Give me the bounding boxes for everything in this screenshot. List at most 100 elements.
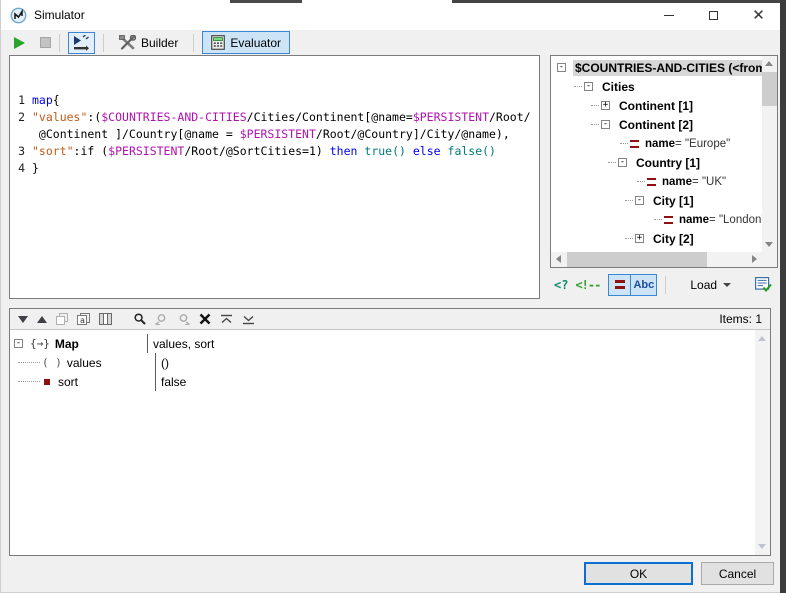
next-button[interactable] — [18, 316, 28, 323]
code-line: 1map{ — [10, 92, 539, 109]
collapse-icon[interactable]: - — [584, 82, 593, 91]
tree-node-label: Cities — [600, 79, 637, 95]
line-number: 1 — [10, 92, 25, 109]
horizontal-scroll-thumb[interactable] — [567, 252, 707, 267]
tree-vertical-scrollbar[interactable] — [762, 56, 777, 252]
tree-element-row[interactable]: +Continent [1] — [551, 96, 762, 115]
collapse-icon[interactable]: - — [601, 120, 610, 129]
evaluator-button-label: Evaluator — [230, 36, 281, 50]
code-token: else — [413, 144, 441, 158]
attributes-toggle-icon — [615, 280, 625, 289]
chevron-down-icon — [723, 283, 731, 287]
code-token: :if ( — [74, 144, 109, 158]
tree-connector — [591, 105, 599, 106]
scroll-top-button[interactable] — [220, 314, 233, 325]
close-button[interactable]: ✕ — [736, 0, 781, 30]
expand-icon[interactable]: + — [635, 234, 644, 243]
scroll-down-arrow[interactable] — [758, 544, 766, 549]
code-line: @Continent ]/Country[@name = $PERSISTENT… — [10, 126, 539, 143]
tree-element-row[interactable]: -City [1] — [551, 191, 762, 210]
expression-editor[interactable]: 1map{2"values":($COUNTRIES-AND-CITIES/Ci… — [9, 55, 540, 299]
scroll-left-arrow[interactable] — [556, 255, 561, 263]
results-vertical-scrollbar[interactable] — [755, 330, 770, 555]
tree-connector — [637, 181, 645, 182]
evaluator-button[interactable]: Evaluator — [202, 31, 290, 54]
simulator-app-icon — [10, 7, 27, 24]
find-previous-icon — [155, 313, 168, 325]
copy-button[interactable] — [56, 313, 68, 325]
builder-button[interactable]: Builder — [112, 32, 185, 54]
scroll-bottom-button[interactable] — [242, 314, 255, 325]
tree-attribute-row[interactable]: name = "UK" — [551, 172, 762, 191]
tree-element-row[interactable]: -Cities — [551, 77, 762, 96]
minimize-button[interactable] — [646, 0, 691, 30]
attributes-toggle[interactable] — [608, 274, 631, 296]
code-token: true() — [364, 144, 406, 158]
scroll-up-arrow[interactable] — [765, 61, 773, 66]
tree-attribute-row[interactable]: name = "London" — [551, 210, 762, 229]
attribute-name: name — [662, 176, 692, 188]
copy-text-button[interactable]: a — [77, 313, 90, 325]
items-count: Items: 1 — [719, 312, 762, 326]
code-token — [441, 144, 448, 158]
result-row[interactable]: ( )values() — [10, 353, 755, 372]
map-type-icon: {→} — [30, 337, 50, 350]
separator — [59, 34, 60, 52]
main-toolbar: Builder Evaluator — [1, 30, 781, 55]
scroll-down-arrow[interactable] — [765, 242, 773, 247]
comment-icon[interactable]: <!-- — [575, 278, 600, 292]
maximize-icon — [709, 11, 718, 20]
previous-button[interactable] — [37, 316, 47, 323]
collapse-icon[interactable]: - — [557, 63, 566, 72]
tree-attribute-row[interactable]: name = "Europe" — [551, 134, 762, 153]
result-value: false — [155, 372, 186, 391]
background-right-strip — [780, 0, 786, 593]
run-button[interactable] — [14, 37, 25, 49]
code-token: } — [32, 161, 39, 175]
clear-button[interactable] — [199, 313, 211, 325]
cancel-button[interactable]: Cancel — [701, 562, 774, 585]
tree-connector — [654, 219, 662, 220]
code-token: /Cities/Continent[@name= — [247, 110, 413, 124]
result-row[interactable]: -{→}Mapvalues, sort — [10, 334, 755, 353]
background-top-strip — [452, 0, 780, 3]
load-file-check-button[interactable] — [755, 277, 772, 292]
ok-button[interactable]: OK — [584, 562, 693, 585]
columns-button[interactable] — [99, 313, 112, 325]
minimize-icon — [664, 15, 674, 16]
maximize-button[interactable] — [691, 0, 736, 30]
atomic-type-icon — [44, 379, 50, 385]
find-previous-button[interactable] — [155, 313, 168, 325]
collapse-icon[interactable]: - — [635, 196, 644, 205]
scroll-up-arrow[interactable] — [758, 336, 766, 341]
result-row[interactable]: sortfalse — [10, 372, 755, 391]
tree-horizontal-scrollbar[interactable] — [551, 252, 762, 267]
tree-element-row[interactable]: -$COUNTRIES-AND-CITIES (<from simu — [551, 58, 762, 77]
code-token: /Root/@SortCities=1) — [184, 144, 329, 158]
code-token: "values" — [32, 110, 87, 124]
collapse-icon[interactable]: - — [618, 158, 627, 167]
expand-icon[interactable]: + — [601, 101, 610, 110]
evaluate-expression-button[interactable] — [68, 32, 95, 54]
tree-toolbar: <? <!-- Abc Load — [550, 271, 778, 298]
tree-element-row[interactable]: -Country [1] — [551, 153, 762, 172]
scroll-right-arrow[interactable] — [752, 255, 757, 263]
find-button[interactable] — [134, 313, 146, 325]
code-token: /Root/ — [489, 110, 531, 124]
load-file-check-icon — [755, 277, 772, 292]
code-token: :( — [87, 110, 101, 124]
vertical-scroll-thumb[interactable] — [762, 72, 777, 106]
code-token: $PERSISTENT — [240, 127, 316, 141]
separator — [193, 34, 194, 52]
tree-element-row[interactable]: -Continent [2] — [551, 115, 762, 134]
tree-node-label: City [1] — [651, 193, 696, 209]
stop-button[interactable] — [40, 37, 51, 48]
load-button[interactable]: Load — [684, 275, 737, 295]
collapse-icon[interactable]: - — [14, 339, 23, 348]
tree-element-row[interactable]: +City [2] — [551, 229, 762, 248]
text-toggle[interactable]: Abc — [630, 274, 657, 296]
find-next-button[interactable] — [177, 313, 190, 325]
code-token: false() — [448, 144, 496, 158]
xml-declaration-icon[interactable]: <? — [554, 278, 568, 292]
attribute-value: = "UK" — [692, 176, 726, 188]
